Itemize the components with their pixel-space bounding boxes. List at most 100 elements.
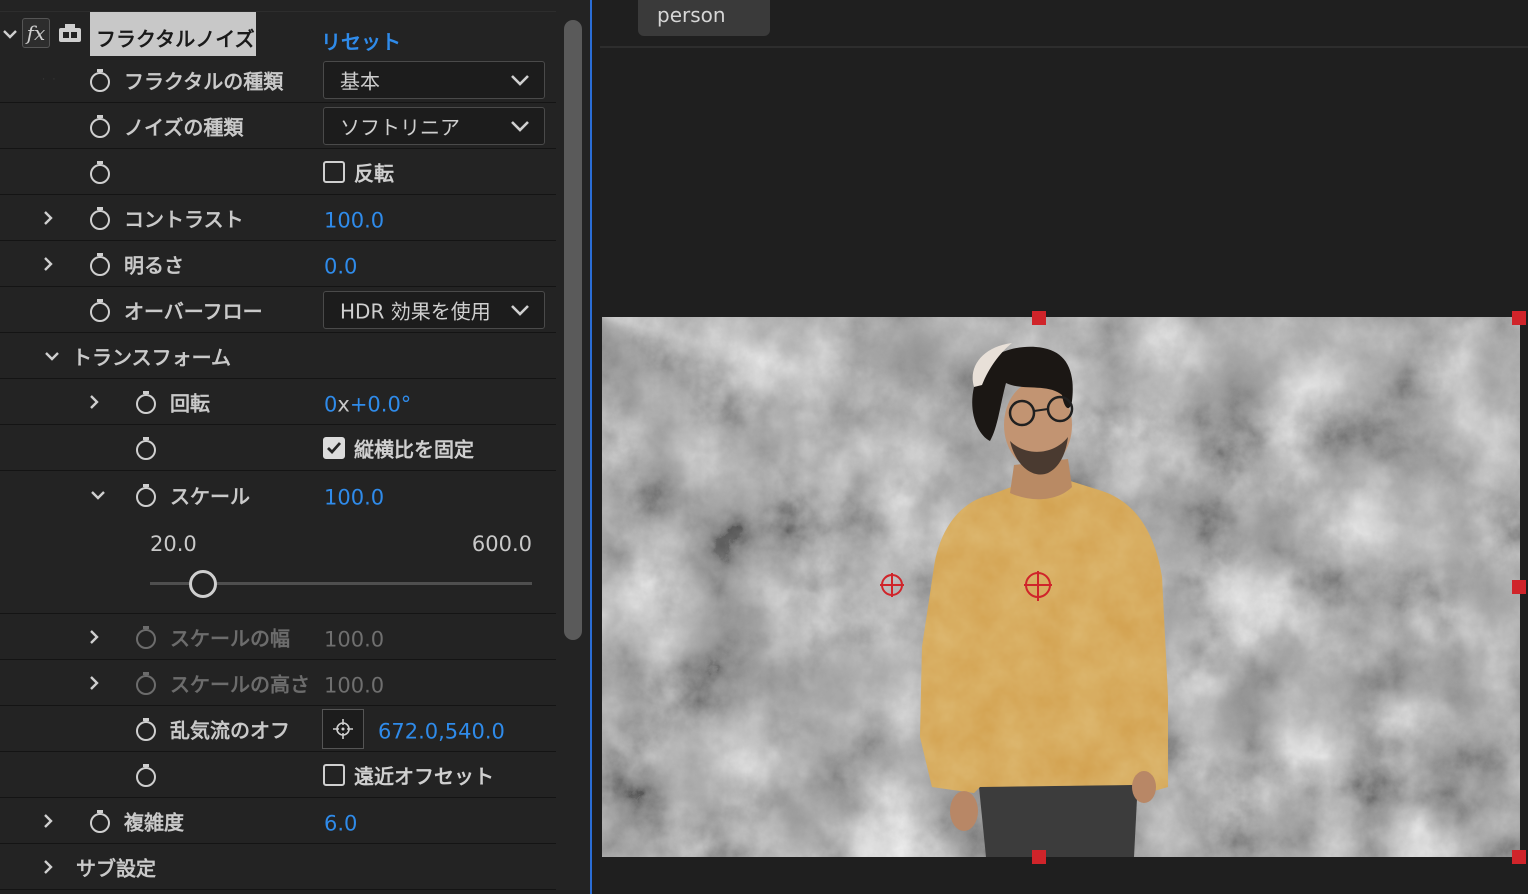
invert-checkbox[interactable]	[323, 160, 345, 183]
rotation-turns[interactable]: 0	[324, 392, 337, 416]
stopwatch-icon[interactable]	[134, 389, 158, 415]
stopwatch-icon[interactable]	[134, 435, 158, 461]
point-picker-button[interactable]	[322, 709, 364, 749]
perspective-offset-checkbox[interactable]	[323, 763, 345, 786]
prop-row-noise-type: ノイズの種類 ソフトリニア	[0, 103, 556, 149]
prop-label: フラクタルの種類	[124, 69, 284, 93]
dropdown-value: ソフトリニア	[340, 115, 460, 140]
resize-handle-top-right[interactable]	[1512, 311, 1526, 325]
fractal-noise-render	[602, 317, 1520, 857]
panel-scrollbar[interactable]	[564, 20, 582, 640]
stopwatch-icon	[136, 625, 156, 649]
rotation-degrees[interactable]: +0.0°	[350, 392, 412, 416]
prop-label: スケールの幅	[170, 626, 290, 650]
chevron-right-icon[interactable]	[86, 629, 102, 645]
prop-row-overflow: オーバーフロー HDR 効果を使用	[0, 287, 556, 333]
chevron-right-icon[interactable]	[40, 813, 56, 829]
chevron-down-icon	[511, 305, 529, 316]
chevron-down-icon[interactable]	[44, 348, 60, 364]
prop-row-scale-width: スケールの幅 100.0	[0, 614, 556, 660]
stopwatch-icon[interactable]	[88, 67, 112, 93]
chevron-right-icon[interactable]	[86, 675, 102, 691]
panel-divider[interactable]	[590, 0, 592, 894]
prop-label: スケール	[170, 484, 250, 508]
tab-person[interactable]: person	[638, 0, 770, 36]
scale-slider-row: 20.0 600.0	[0, 518, 556, 614]
uniform-scaling-checkbox[interactable]	[323, 436, 345, 459]
brightness-value[interactable]: 0.0	[324, 254, 357, 278]
scale-height-value: 100.0	[324, 672, 385, 697]
prop-row-invert: 反転	[0, 149, 556, 195]
prop-row-offset-turbulence: 乱気流のオフ 672.0,540.0	[0, 706, 556, 752]
chevron-right-icon[interactable]	[40, 256, 56, 272]
chevron-down-icon[interactable]	[90, 487, 106, 503]
resize-handle-bottom-center[interactable]	[1032, 850, 1046, 864]
noise-type-dropdown[interactable]: ソフトリニア	[323, 107, 545, 145]
prop-label: オーバーフロー	[124, 299, 263, 323]
offset-turbulence-value[interactable]: 672.0,540.0	[378, 719, 505, 743]
scale-value[interactable]: 100.0	[324, 485, 384, 509]
prop-label: ノイズの種類	[124, 115, 244, 139]
prop-label: 明るさ	[124, 253, 184, 277]
fx-toggle-icon[interactable]: fx	[22, 18, 50, 48]
complexity-value[interactable]: 6.0	[324, 811, 357, 835]
checkbox-label: 遠近オフセット	[354, 764, 494, 788]
rotation-value[interactable]: 0x+0.0°	[324, 392, 411, 416]
checkbox-label: 反転	[354, 161, 394, 185]
checkmark-icon	[327, 441, 342, 454]
chevron-down-icon	[511, 75, 529, 86]
overflow-dropdown[interactable]: HDR 効果を使用	[323, 291, 545, 329]
resize-handle-middle-right[interactable]	[1512, 580, 1526, 594]
prop-row-complexity: 複雑度 6.0	[0, 798, 556, 844]
stopwatch-icon[interactable]	[134, 482, 158, 508]
prop-row-brightness: 明るさ 0.0	[0, 241, 556, 287]
composition-viewer: person	[600, 0, 1528, 894]
prop-row-scale-height: スケールの高さ 100.0	[0, 660, 556, 706]
effect-name[interactable]: フラクタルノイズ	[90, 12, 256, 56]
chevron-down-icon[interactable]	[2, 26, 18, 42]
resize-handle-top-center[interactable]	[1032, 311, 1046, 325]
prop-label: コントラスト	[124, 207, 244, 231]
stopwatch-icon[interactable]	[134, 762, 158, 788]
checkbox-label: 縦横比を固定	[354, 437, 474, 461]
slider-max-label: 600.0	[471, 532, 532, 556]
chevron-down-icon	[511, 121, 529, 132]
chevron-right-icon[interactable]	[40, 859, 56, 875]
prop-label: スケールの高さ	[170, 672, 310, 696]
resize-handle-bottom-right[interactable]	[1512, 850, 1526, 864]
scale-slider-thumb[interactable]	[188, 570, 217, 598]
chevron-right-icon[interactable]	[86, 394, 102, 410]
reset-link[interactable]: リセット	[321, 26, 401, 55]
dropdown-value: 基本	[340, 69, 380, 94]
contrast-value[interactable]: 100.0	[324, 208, 384, 232]
effect-header[interactable]: fx フラクタルノイズ リセット	[0, 12, 556, 56]
crosshair-icon	[333, 719, 353, 739]
row-dots: · ·	[42, 74, 58, 85]
prop-row-scale: スケール 100.0	[0, 471, 556, 518]
prop-label: 乱気流のオフ	[170, 718, 290, 742]
group-row-transform[interactable]: トランスフォーム	[0, 333, 556, 379]
rotation-separator: x	[337, 391, 350, 416]
prop-row-fractal-type: · · フラクタルの種類 基本	[0, 57, 556, 103]
effect-preset-icon[interactable]	[58, 22, 84, 46]
stopwatch-icon[interactable]	[88, 159, 112, 185]
group-row-sub-settings[interactable]: サブ設定	[0, 844, 556, 890]
slider-min-label: 20.0	[150, 532, 197, 556]
stopwatch-icon[interactable]	[88, 205, 112, 231]
fractal-type-dropdown[interactable]: 基本	[323, 61, 545, 99]
composition-canvas[interactable]	[602, 317, 1520, 857]
prop-label: 回転	[170, 391, 210, 415]
prop-row-uniform-scaling: 縦横比を固定	[0, 425, 556, 471]
stopwatch-icon[interactable]	[134, 716, 158, 742]
prop-row-perspective-offset: 遠近オフセット	[0, 752, 556, 798]
chevron-right-icon[interactable]	[40, 210, 56, 226]
prop-row-rotation: 回転 0x+0.0°	[0, 379, 556, 425]
panel-top-edge	[0, 0, 556, 12]
stopwatch-icon[interactable]	[88, 808, 112, 834]
stopwatch-icon[interactable]	[88, 251, 112, 277]
stopwatch-icon	[136, 671, 156, 695]
stopwatch-icon[interactable]	[88, 113, 112, 139]
stopwatch-icon[interactable]	[88, 297, 112, 323]
prop-row-contrast: コントラスト 100.0	[0, 195, 556, 241]
scale-width-value: 100.0	[324, 626, 385, 651]
